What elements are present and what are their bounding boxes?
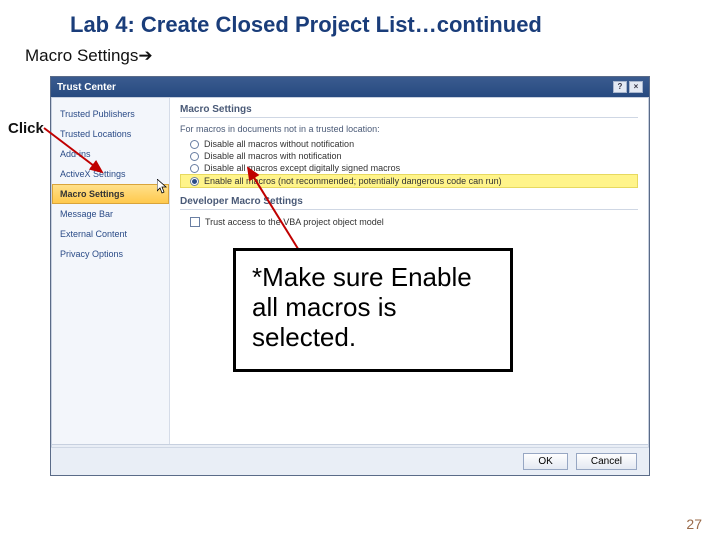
radio-label: Disable all macros except digitally sign…: [204, 163, 400, 173]
sidebar-item-privacy-options[interactable]: Privacy Options: [52, 244, 169, 264]
section-header-developer: Developer Macro Settings: [180, 196, 638, 210]
close-icon[interactable]: ×: [629, 81, 643, 93]
radio-disable-with-notify[interactable]: Disable all macros with notification: [180, 150, 638, 162]
slide-title: Lab 4: Create Closed Project List…contin…: [70, 12, 542, 38]
sidebar-item-trusted-locations[interactable]: Trusted Locations: [52, 124, 169, 144]
checkbox-trust-vba[interactable]: Trust access to the VBA project object m…: [180, 216, 638, 228]
radio-label: Disable all macros without notification: [204, 139, 354, 149]
sidebar-item-external-content[interactable]: External Content: [52, 224, 169, 244]
instruction-callout: *Make sure Enable all macros is selected…: [233, 248, 513, 372]
dialog-title: Trust Center: [57, 82, 116, 93]
ok-button[interactable]: OK: [523, 453, 567, 470]
sidebar-item-add-ins[interactable]: Add-ins: [52, 144, 169, 164]
sidebar-item-trusted-publishers[interactable]: Trusted Publishers: [52, 104, 169, 124]
dialog-footer: OK Cancel: [51, 447, 649, 475]
radio-icon: [190, 164, 199, 173]
checkbox-icon: [190, 217, 200, 227]
radio-icon: [190, 177, 199, 186]
group-caption: For macros in documents not in a trusted…: [180, 124, 638, 134]
radio-disable-except-signed[interactable]: Disable all macros except digitally sign…: [180, 162, 638, 174]
radio-label: Disable all macros with notification: [204, 151, 342, 161]
radio-enable-all-macros[interactable]: Enable all macros (not recommended; pote…: [180, 174, 638, 188]
sidebar-item-activex-settings[interactable]: ActiveX Settings: [52, 164, 169, 184]
slide-subtitle: Macro Settings➔: [25, 46, 153, 66]
cancel-button[interactable]: Cancel: [576, 453, 637, 470]
radio-icon: [190, 140, 199, 149]
radio-label: Enable all macros (not recommended; pote…: [204, 176, 502, 186]
click-label: Click: [8, 120, 44, 137]
radio-disable-no-notify[interactable]: Disable all macros without notification: [180, 138, 638, 150]
arrow-right-icon: ➔: [138, 46, 152, 65]
help-icon[interactable]: ?: [613, 81, 627, 93]
dialog-sidebar: Trusted Publishers Trusted Locations Add…: [52, 98, 170, 444]
page-number: 27: [686, 516, 702, 532]
sidebar-item-message-bar[interactable]: Message Bar: [52, 204, 169, 224]
radio-icon: [190, 152, 199, 161]
checkbox-label: Trust access to the VBA project object m…: [205, 217, 384, 227]
sidebar-item-macro-settings[interactable]: Macro Settings: [52, 184, 169, 204]
dialog-titlebar: Trust Center ? ×: [51, 77, 649, 97]
section-header-macro-settings: Macro Settings: [180, 104, 638, 118]
subtitle-text: Macro Settings: [25, 46, 138, 65]
